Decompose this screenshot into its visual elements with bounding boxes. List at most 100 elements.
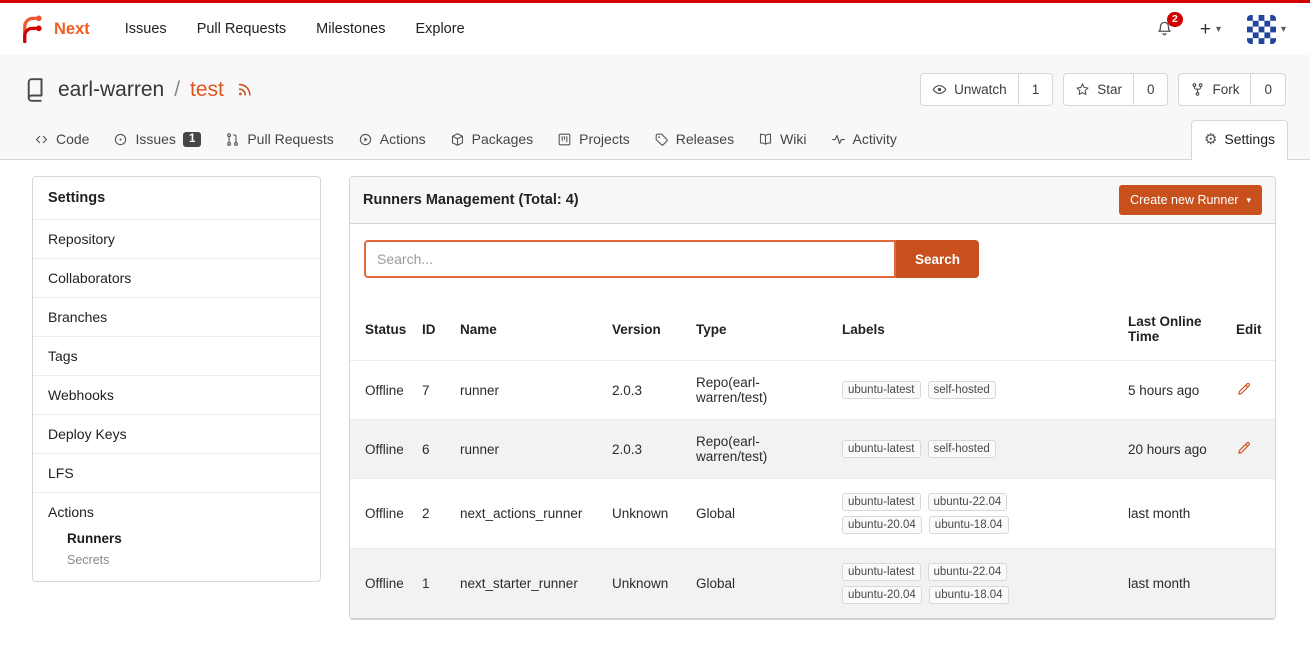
runner-name: next_starter_runner xyxy=(454,549,606,619)
brand-text: Next xyxy=(54,20,90,39)
gear-icon: ⚙ xyxy=(1204,132,1217,147)
issues-count-badge: 1 xyxy=(183,132,201,147)
code-icon xyxy=(34,132,49,147)
issue-icon xyxy=(113,132,128,147)
rss-feed-icon[interactable] xyxy=(236,81,253,98)
runner-id: 1 xyxy=(416,549,454,619)
label-badge: ubuntu-latest xyxy=(842,381,921,399)
label-badge: ubuntu-latest xyxy=(842,440,921,458)
col-name: Name xyxy=(454,298,606,361)
tab-releases[interactable]: Releases xyxy=(642,121,746,159)
runner-last-online: last month xyxy=(1122,479,1230,549)
repo-header: earl-warren / test xyxy=(0,55,1310,160)
runner-status: Offline xyxy=(350,361,416,420)
label-badge: ubuntu-22.04 xyxy=(928,493,1008,511)
runner-labels: ubuntu-latest ubuntu-22.04 ubuntu-20.04 … xyxy=(842,493,1034,534)
table-row: Offline 2 next_actions_runner Unknown Gl… xyxy=(350,479,1275,549)
runner-type: Global xyxy=(690,479,836,549)
nav-item-explore[interactable]: Explore xyxy=(400,13,479,45)
runner-status: Offline xyxy=(350,549,416,619)
nav-item-milestones[interactable]: Milestones xyxy=(301,13,400,45)
runner-version: Unknown xyxy=(606,549,690,619)
runner-labels: ubuntu-latest self-hosted xyxy=(842,381,1034,399)
tab-packages[interactable]: Packages xyxy=(438,121,545,159)
runner-last-online: 20 hours ago xyxy=(1122,420,1230,479)
main-navbar: Next Issues Pull Requests Milestones Exp… xyxy=(0,3,1310,55)
user-menu[interactable]: ▾ xyxy=(1247,15,1286,44)
tab-wiki[interactable]: Wiki xyxy=(746,121,818,159)
sidebar-item-branches[interactable]: Branches xyxy=(33,297,320,336)
label-badge: ubuntu-latest xyxy=(842,493,921,511)
pull-request-icon xyxy=(225,132,240,147)
runner-labels: ubuntu-latest ubuntu-22.04 ubuntu-20.04 … xyxy=(842,563,1034,604)
sidebar-item-actions[interactable]: Actions xyxy=(33,504,320,526)
sidebar-item-lfs[interactable]: LFS xyxy=(33,453,320,492)
create-new-menu[interactable]: + ▾ xyxy=(1200,20,1221,39)
repo-actions: Unwatch 1 Star 0 xyxy=(920,73,1286,106)
runner-status: Offline xyxy=(350,479,416,549)
search-row: Search xyxy=(350,224,1275,294)
sidebar-item-tags[interactable]: Tags xyxy=(33,336,320,375)
chevron-down-icon: ▾ xyxy=(1216,24,1221,35)
repo-owner-link[interactable]: earl-warren xyxy=(58,78,164,102)
col-last-online: Last Online Time xyxy=(1122,298,1230,361)
runner-version: 2.0.3 xyxy=(606,420,690,479)
sidebar-item-webhooks[interactable]: Webhooks xyxy=(33,375,320,414)
label-badge: ubuntu-22.04 xyxy=(928,563,1008,581)
label-badge: ubuntu-20.04 xyxy=(842,586,922,604)
fork-button-group: Fork 0 xyxy=(1178,73,1286,106)
col-labels: Labels xyxy=(836,298,1122,361)
tab-actions[interactable]: Actions xyxy=(346,121,438,159)
label-badge: ubuntu-latest xyxy=(842,563,921,581)
runner-version: 2.0.3 xyxy=(606,361,690,420)
edit-runner-button[interactable] xyxy=(1236,440,1252,456)
repo-book-icon xyxy=(22,77,48,103)
tab-issues[interactable]: Issues 1 xyxy=(101,121,213,159)
sidebar-item-repository[interactable]: Repository xyxy=(33,219,320,258)
label-badge: self-hosted xyxy=(928,440,996,458)
star-label: Star xyxy=(1097,82,1122,97)
col-type: Type xyxy=(690,298,836,361)
star-button[interactable]: Star xyxy=(1064,74,1133,105)
repo-name-link[interactable]: test xyxy=(190,78,224,102)
create-runner-button[interactable]: Create new Runner ▾ xyxy=(1119,185,1262,215)
runner-type: Global xyxy=(690,549,836,619)
wiki-book-icon xyxy=(758,132,773,147)
runner-id: 6 xyxy=(416,420,454,479)
eye-icon xyxy=(932,82,947,97)
edit-runner-button[interactable] xyxy=(1236,381,1252,397)
runners-table: Status ID Name Version Type Labels Last … xyxy=(350,298,1275,619)
chevron-down-icon: ▾ xyxy=(1281,24,1286,35)
nav-item-issues[interactable]: Issues xyxy=(110,13,182,45)
tab-activity[interactable]: Activity xyxy=(819,121,909,159)
fork-icon xyxy=(1190,82,1205,97)
forks-count[interactable]: 0 xyxy=(1250,74,1285,105)
search-button[interactable]: Search xyxy=(896,240,979,278)
runners-panel-header: Runners Management (Total: 4) Create new… xyxy=(349,176,1276,224)
sidebar-item-runners[interactable]: Runners xyxy=(33,526,320,548)
tab-code[interactable]: Code xyxy=(22,121,101,159)
tab-pull-requests[interactable]: Pull Requests xyxy=(213,121,345,159)
watchers-count[interactable]: 1 xyxy=(1018,74,1053,105)
sidebar-item-secrets[interactable]: Secrets xyxy=(33,548,320,569)
runner-name: runner xyxy=(454,420,606,479)
fork-button[interactable]: Fork xyxy=(1179,74,1250,105)
tab-settings[interactable]: ⚙ Settings xyxy=(1191,120,1288,160)
stars-count[interactable]: 0 xyxy=(1133,74,1168,105)
runners-panel: Runners Management (Total: 4) Create new… xyxy=(349,176,1276,620)
sidebar-item-deploy-keys[interactable]: Deploy Keys xyxy=(33,414,320,453)
table-row: Offline 1 next_starter_runner Unknown Gl… xyxy=(350,549,1275,619)
table-row: Offline 6 runner 2.0.3 Repo(earl-warren/… xyxy=(350,420,1275,479)
col-id: ID xyxy=(416,298,454,361)
sidebar-item-collaborators[interactable]: Collaborators xyxy=(33,258,320,297)
forgejo-logo-icon xyxy=(16,14,46,44)
nav-item-pull-requests[interactable]: Pull Requests xyxy=(182,13,301,45)
search-input[interactable] xyxy=(364,240,896,278)
col-edit: Edit xyxy=(1230,298,1275,361)
home-link[interactable]: Next xyxy=(16,14,90,44)
unwatch-button[interactable]: Unwatch xyxy=(921,74,1018,105)
notifications-button[interactable]: 2 xyxy=(1155,20,1174,39)
activity-pulse-icon xyxy=(831,132,846,147)
tab-projects[interactable]: Projects xyxy=(545,121,642,159)
watch-button-group: Unwatch 1 xyxy=(920,73,1053,106)
